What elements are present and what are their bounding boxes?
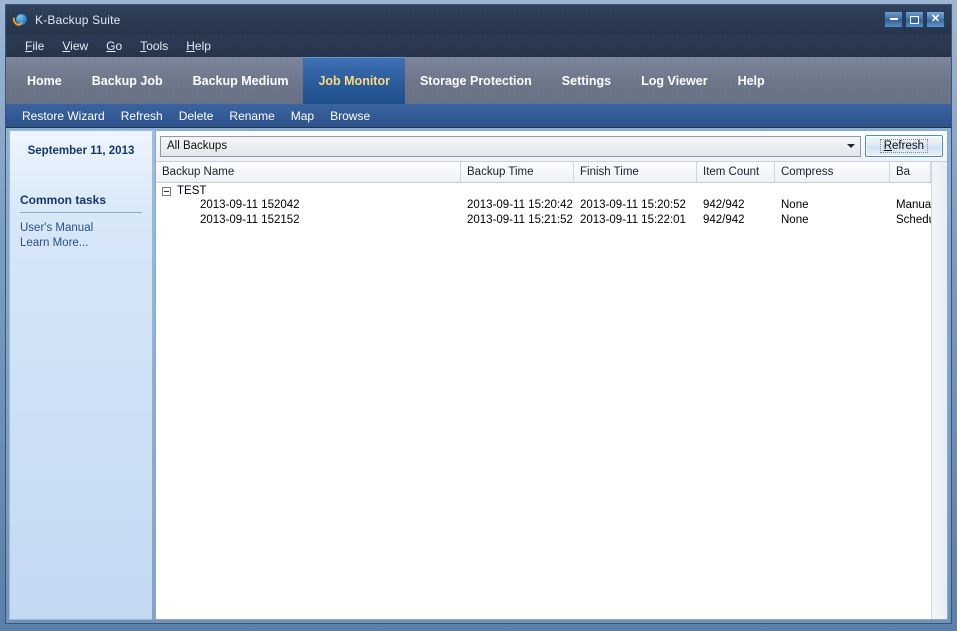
application-window: K-Backup Suite ✕ File View Go Tools Help… (0, 0, 957, 631)
column-header-compress[interactable]: Compress (775, 162, 890, 182)
action-toolbar: Restore Wizard Refresh Delete Rename Map… (6, 104, 951, 127)
cell-item-count: 942/942 (697, 214, 775, 229)
sidebar-heading-common-tasks: Common tasks (20, 193, 142, 207)
body-split: September 11, 2013 Common tasks User's M… (6, 128, 951, 623)
tab-backup-medium[interactable]: Backup Medium (178, 57, 304, 104)
table-row[interactable]: 2013-09-11 152152 2013-09-11 15:21:52 20… (156, 214, 931, 229)
main-tab-bar: Home Backup Job Backup Medium Job Monito… (6, 57, 951, 104)
grid-body: TEST 2013-09-11 152042 2013-09-11 15:20:… (156, 183, 931, 619)
menu-item-tools[interactable]: Tools (131, 37, 177, 55)
menu-item-help[interactable]: Help (177, 37, 220, 55)
menu-item-go[interactable]: Go (97, 37, 131, 55)
grid-header-row: Backup Name Backup Time Finish Time Item… (156, 162, 931, 183)
title-bar[interactable]: K-Backup Suite ✕ (6, 5, 951, 35)
tab-settings[interactable]: Settings (547, 57, 626, 104)
cell-item-count: 942/942 (697, 199, 775, 214)
window-title: K-Backup Suite (35, 13, 121, 27)
column-header-ba[interactable]: Ba (890, 162, 931, 182)
refresh-button[interactable]: Refresh (865, 135, 943, 157)
backup-filter-value: All Backups (161, 140, 227, 152)
column-header-finish-time[interactable]: Finish Time (574, 162, 697, 182)
column-header-item-count[interactable]: Item Count (697, 162, 775, 182)
cell-backup-time: 2013-09-11 15:21:52 (461, 214, 574, 229)
cell-finish-time: 2013-09-11 15:22:01 (574, 214, 697, 229)
column-header-backup-time[interactable]: Backup Time (461, 162, 574, 182)
tree-group-row[interactable]: TEST (156, 183, 931, 199)
tab-backup-job[interactable]: Backup Job (77, 57, 178, 104)
sidebar-date: September 11, 2013 (20, 145, 142, 157)
chevron-down-icon (847, 144, 855, 148)
toolbar-restore-wizard[interactable]: Restore Wizard (14, 109, 113, 123)
cell-backup-name: 2013-09-11 152152 (156, 214, 461, 229)
cell-backup-time: 2013-09-11 15:20:42 (461, 199, 574, 214)
vertical-scrollbar[interactable] (931, 162, 947, 619)
sidebar-divider (20, 212, 142, 213)
cell-compress: None (775, 214, 890, 229)
sidebar-link-users-manual[interactable]: User's Manual (20, 222, 142, 234)
maximize-button[interactable] (905, 11, 924, 28)
tree-group-label: TEST (177, 185, 206, 197)
table-row[interactable]: 2013-09-11 152042 2013-09-11 15:20:42 20… (156, 199, 931, 214)
cell-ba: Manually (890, 199, 931, 214)
backup-grid: Backup Name Backup Time Finish Time Item… (156, 161, 947, 619)
sidebar: September 11, 2013 Common tasks User's M… (9, 130, 152, 620)
toolbar-map[interactable]: Map (283, 109, 322, 123)
toolbar-rename[interactable]: Rename (221, 109, 282, 123)
toolbar-delete[interactable]: Delete (171, 109, 222, 123)
tab-home[interactable]: Home (12, 57, 77, 104)
menu-item-file[interactable]: File (16, 37, 53, 55)
cell-compress: None (775, 199, 890, 214)
filter-bar: All Backups Refresh (156, 131, 947, 161)
tab-storage-protection[interactable]: Storage Protection (405, 57, 547, 104)
toolbar-browse[interactable]: Browse (322, 109, 378, 123)
app-globe-icon (13, 12, 29, 28)
close-icon[interactable]: ✕ (926, 11, 945, 28)
tab-help[interactable]: Help (723, 57, 780, 104)
cell-finish-time: 2013-09-11 15:20:52 (574, 199, 697, 214)
window-controls: ✕ (884, 11, 945, 28)
main-content-pane: All Backups Refresh Backup Name Backup T… (155, 130, 948, 620)
grid-columns: Backup Name Backup Time Finish Time Item… (156, 162, 931, 619)
minus-box-icon[interactable] (162, 187, 171, 196)
toolbar-refresh[interactable]: Refresh (113, 109, 171, 123)
minimize-button[interactable] (884, 11, 903, 28)
backup-filter-select[interactable]: All Backups (160, 136, 861, 157)
tab-job-monitor[interactable]: Job Monitor (303, 57, 405, 104)
menu-bar: File View Go Tools Help (6, 35, 951, 57)
sidebar-link-learn-more[interactable]: Learn More... (20, 237, 142, 249)
cell-backup-name: 2013-09-11 152042 (156, 199, 461, 214)
window-inner: K-Backup Suite ✕ File View Go Tools Help… (5, 4, 952, 624)
column-header-backup-name[interactable]: Backup Name (156, 162, 461, 182)
menu-item-view[interactable]: View (53, 37, 97, 55)
tab-log-viewer[interactable]: Log Viewer (626, 57, 722, 104)
cell-ba: Schedule (890, 214, 931, 229)
